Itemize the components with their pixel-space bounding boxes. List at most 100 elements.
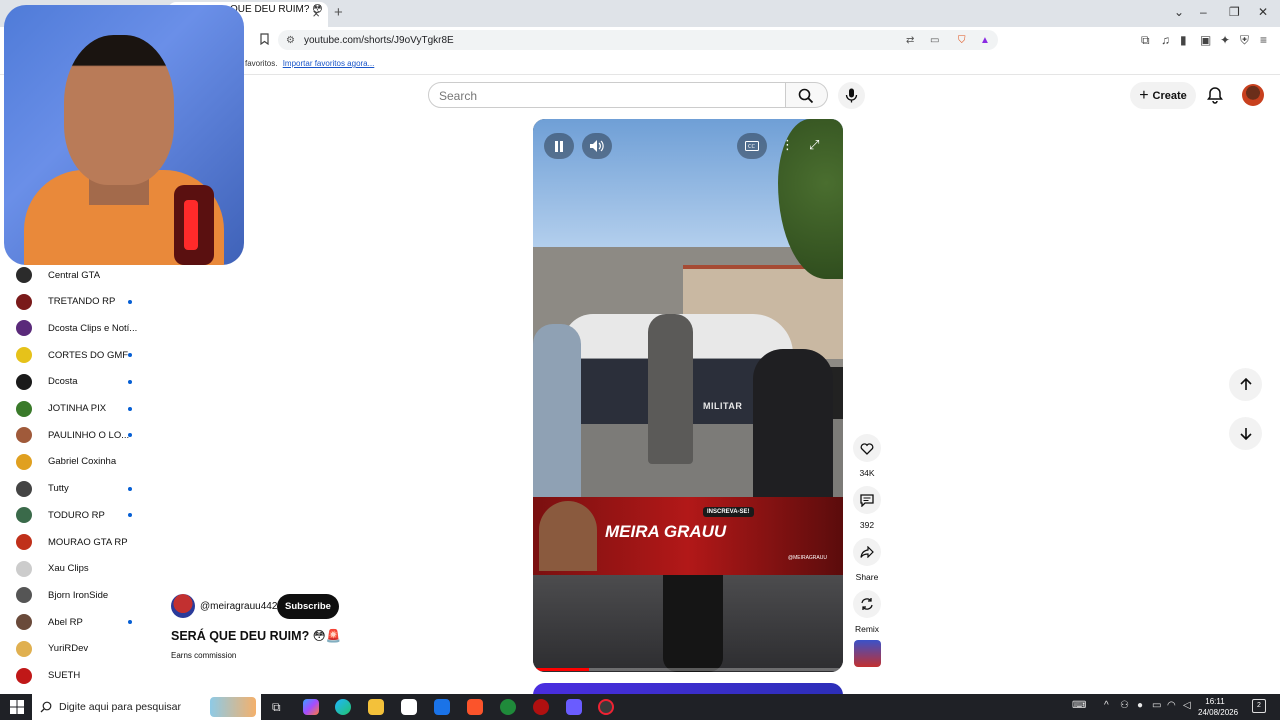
- show-hidden-icons[interactable]: ^: [1104, 700, 1109, 711]
- fullscreen-icon[interactable]: ⤢: [809, 137, 819, 153]
- share-action[interactable]: Share: [853, 538, 881, 582]
- remix-action[interactable]: Remix: [853, 590, 881, 634]
- address-bar[interactable]: ⚙ youtube.com/shorts/J9oVyTgkr8E ⇄ ▭ ⛉ ▲: [278, 30, 998, 50]
- cast-icon[interactable]: ▭: [930, 35, 939, 46]
- video-title[interactable]: SERÁ QUE DEU RUIM? 😳🚨: [171, 628, 341, 644]
- pause-button[interactable]: [544, 133, 574, 159]
- notifications-bell-icon[interactable]: [1206, 86, 1224, 104]
- obs-icon[interactable]: [598, 699, 614, 715]
- copilot-icon[interactable]: [303, 699, 319, 715]
- rewards-icon[interactable]: ▲: [980, 35, 990, 46]
- bookmarks-hint-text: favoritos.: [245, 59, 278, 68]
- meet-icon[interactable]: ⚇: [1120, 700, 1129, 711]
- sidebar-subscription-item[interactable]: TRETANDO RP: [0, 289, 160, 315]
- channel-avatar[interactable]: [171, 594, 195, 618]
- channel-avatar-icon: [16, 587, 32, 604]
- outlook-icon[interactable]: [434, 699, 450, 715]
- channel-banner: MEIRA GRAUU INSCREVA-SE! @MEIRAGRAUU: [533, 497, 843, 575]
- bookmarks-hint: favoritos. Importar favoritos agora...: [245, 59, 374, 68]
- sidebar-toggle-icon[interactable]: ▮: [1180, 33, 1187, 47]
- tab-close-icon[interactable]: ×: [312, 6, 320, 21]
- search-input[interactable]: Search: [428, 82, 786, 108]
- previous-short-button[interactable]: [1229, 368, 1262, 401]
- like-action[interactable]: 34K: [853, 434, 881, 478]
- next-short-button[interactable]: [1229, 417, 1262, 450]
- sidebar-item-label: Xau Clips: [48, 563, 89, 575]
- bookmark-icon[interactable]: [259, 33, 270, 48]
- restore-icon[interactable]: ❐: [1229, 5, 1240, 19]
- brave-shield-icon[interactable]: ⛉: [958, 35, 966, 46]
- extensions-icon[interactable]: ⧉: [1141, 33, 1150, 48]
- file-explorer-icon[interactable]: [368, 699, 384, 715]
- shorts-video-player[interactable]: MILITAR MEIRA GRAUU INSCREVA-SE! @MEIRAG…: [533, 119, 843, 672]
- notification-center-badge[interactable]: 2: [1252, 699, 1266, 713]
- wifi-icon[interactable]: ◠: [1167, 700, 1176, 711]
- sidebar-subscription-item[interactable]: JOTINHA PIX: [0, 396, 160, 422]
- minimize-icon[interactable]: –: [1200, 5, 1207, 19]
- microphone-tray-icon[interactable]: ●: [1137, 700, 1143, 711]
- sidebar-subscription-item[interactable]: Xau Clips: [0, 556, 160, 582]
- sidebar-subscription-item[interactable]: Dcosta Clips e Notí...: [0, 315, 160, 341]
- new-tab-icon[interactable]: +: [334, 4, 343, 21]
- sidebar-subscription-item[interactable]: SUETH: [0, 663, 160, 689]
- sidebar-subscription-item[interactable]: PAULINHO O LO...: [0, 422, 160, 448]
- discord-icon[interactable]: [566, 699, 582, 715]
- channel-handle[interactable]: @meiragrauu442: [200, 601, 277, 612]
- search-button[interactable]: [786, 82, 828, 108]
- keyboard-icon[interactable]: ⌨: [1072, 700, 1086, 711]
- like-button[interactable]: [853, 434, 881, 462]
- sidebar-subscription-item[interactable]: Dcosta: [0, 369, 160, 395]
- captions-button[interactable]: CC: [737, 133, 767, 159]
- import-bookmarks-link[interactable]: Importar favoritos agora...: [283, 59, 375, 68]
- video-progress-bar[interactable]: [533, 668, 843, 671]
- wallet-icon[interactable]: ▣: [1200, 33, 1211, 47]
- edge-icon[interactable]: [335, 699, 351, 715]
- translate-icon[interactable]: ⇄: [906, 35, 914, 46]
- close-window-icon[interactable]: ✕: [1258, 5, 1268, 19]
- volume-button[interactable]: [582, 133, 612, 159]
- sidebar-subscription-item[interactable]: YuriRDev: [0, 636, 160, 662]
- sidebar-subscription-item[interactable]: MOURAO GTA RP: [0, 529, 160, 555]
- sidebar-subscription-item[interactable]: Abel RP: [0, 609, 160, 635]
- utorrent-icon[interactable]: [500, 699, 516, 715]
- sidebar-subscription-item[interactable]: Bjorn IronSide: [0, 582, 160, 608]
- comment-action[interactable]: 392: [853, 486, 881, 530]
- menu-icon[interactable]: ≡: [1260, 33, 1267, 47]
- search-highlight-image: [210, 697, 256, 717]
- voice-search-button[interactable]: [838, 82, 865, 109]
- site-info-icon[interactable]: ⚙: [286, 35, 295, 46]
- app-red-icon[interactable]: [533, 699, 549, 715]
- remix-button[interactable]: [853, 590, 881, 618]
- network-icon[interactable]: ▭: [1152, 700, 1161, 711]
- captions-icon: CC: [745, 141, 759, 151]
- microsoft-store-icon[interactable]: [401, 699, 417, 715]
- sidebar-subscription-item[interactable]: Tutty: [0, 476, 160, 502]
- sidebar-subscription-item[interactable]: CORTES DO GMF: [0, 342, 160, 368]
- sound-thumbnail[interactable]: [854, 640, 881, 667]
- sidebar-item-label: TRETANDO RP: [48, 296, 116, 308]
- sidebar-subscription-item[interactable]: TODURO RP: [0, 502, 160, 528]
- vpn-icon[interactable]: ⛨: [1240, 33, 1249, 48]
- sidebar-subscription-item[interactable]: Central GTA: [0, 262, 160, 288]
- new-content-dot: [128, 299, 132, 304]
- leo-ai-icon[interactable]: ✦: [1220, 33, 1230, 47]
- account-avatar[interactable]: [1242, 84, 1264, 106]
- media-icon[interactable]: ♫: [1161, 33, 1170, 47]
- share-button[interactable]: [853, 538, 881, 566]
- comments-button[interactable]: [853, 486, 881, 514]
- tab-search-chevron-icon[interactable]: ⌄: [1174, 5, 1184, 19]
- like-count: 34K: [859, 468, 875, 478]
- windows-start-icon[interactable]: [10, 700, 24, 714]
- banner-subscribe: INSCREVA-SE!: [703, 507, 754, 517]
- create-button[interactable]: + Create: [1130, 82, 1196, 109]
- remix-label: Remix: [854, 624, 880, 634]
- speaker-icon[interactable]: ◁: [1183, 700, 1191, 711]
- brave-icon[interactable]: [467, 699, 483, 715]
- taskbar-clock[interactable]: 16:11 24/08/2026: [1198, 696, 1238, 718]
- more-options-icon[interactable]: ⋮: [781, 137, 794, 153]
- taskbar-search-box[interactable]: Digite aqui para pesquisar: [32, 694, 261, 720]
- sidebar-subscription-item[interactable]: Gabriel Coxinha: [0, 449, 160, 475]
- task-view-icon[interactable]: ⧉: [272, 700, 281, 715]
- channel-avatar-icon: [16, 400, 32, 417]
- subscribe-button[interactable]: Subscribe: [277, 594, 339, 619]
